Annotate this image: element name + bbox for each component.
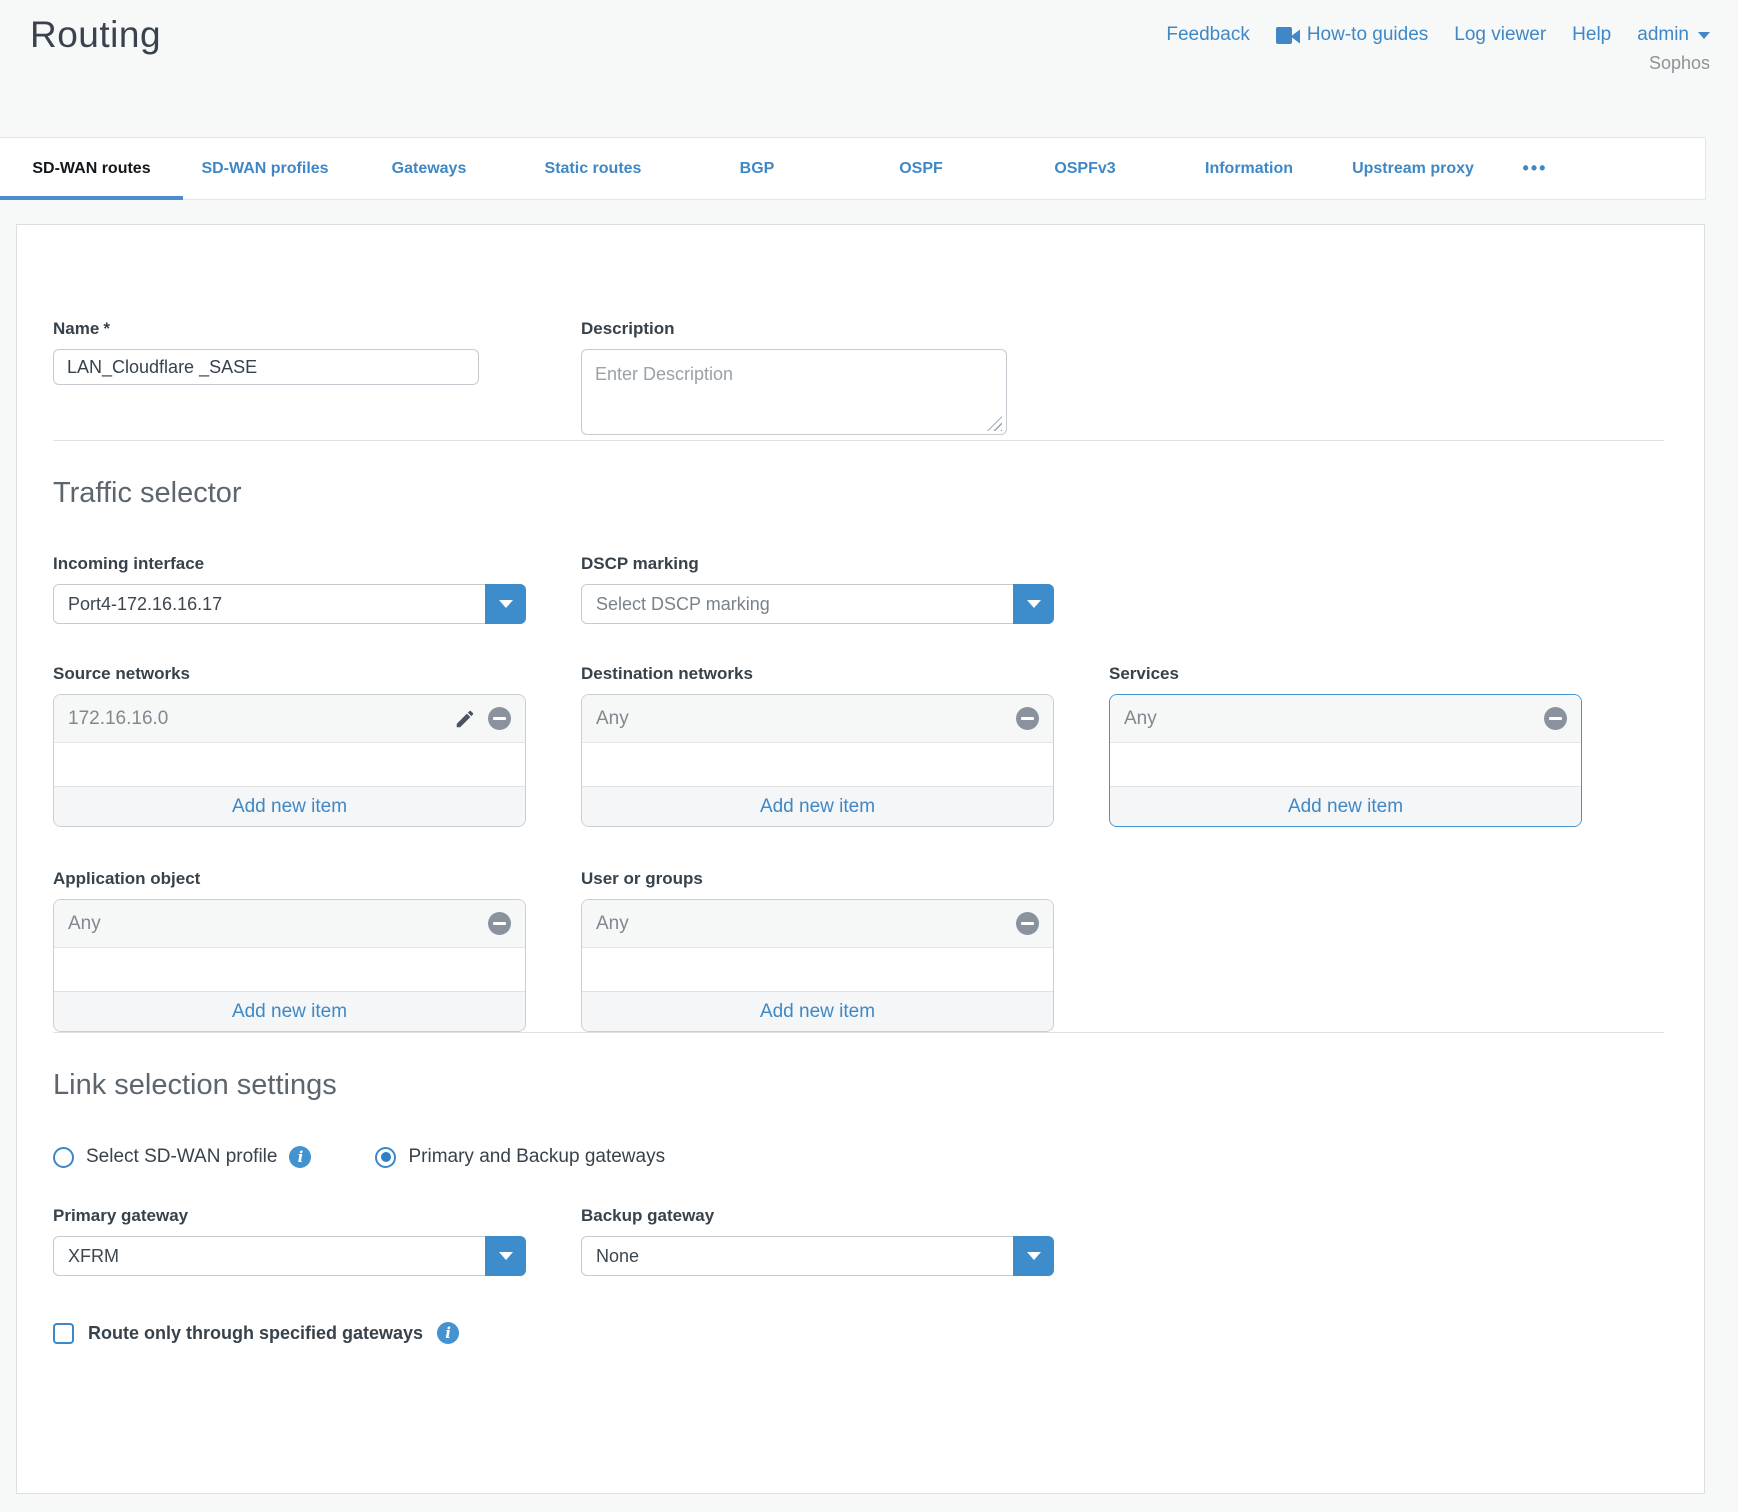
tab-upstream-proxy[interactable]: Upstream proxy [1331,138,1495,199]
page-title: Routing [30,14,161,137]
section-divider [53,440,1664,441]
remove-item-icon[interactable] [1544,707,1567,730]
list-item: Any [1110,695,1581,743]
tab-information[interactable]: Information [1167,138,1331,199]
application-object-group: Application object Any Add new item [53,869,526,1032]
video-camera-icon [1276,27,1300,44]
sdwan-profile-radio[interactable]: Select SD-WAN profile i [53,1146,311,1168]
dscp-group: DSCP marking Select DSCP marking [581,554,1054,624]
source-networks-box: 172.16.16.0 Add new item [53,694,526,827]
tab-gateways[interactable]: Gateways [347,138,511,199]
primary-gateway-label: Primary gateway [53,1206,526,1226]
admin-menu[interactable]: admin [1637,24,1710,46]
item-box-empty-area [1110,743,1581,786]
help-link[interactable]: Help [1572,24,1611,46]
services-box: Any Add new item [1109,694,1582,827]
tab-sd-wan-routes[interactable]: SD-WAN routes [0,138,183,199]
dscp-label: DSCP marking [581,554,1054,574]
destination-networks-label: Destination networks [581,664,1054,684]
list-item: 172.16.16.0 [54,695,525,743]
feedback-link[interactable]: Feedback [1166,24,1249,46]
header-links: Feedback How-to guides Log viewer Help a… [1166,24,1710,46]
remove-item-icon[interactable] [488,707,511,730]
remove-item-icon[interactable] [1016,912,1039,935]
name-label: Name* [53,319,526,339]
dscp-select[interactable]: Select DSCP marking [581,584,1054,624]
primary-gateway-select[interactable]: XFRM [53,1236,526,1276]
list-item: Any [582,695,1053,743]
required-asterisk: * [103,319,110,338]
list-item: Any [54,900,525,948]
info-icon[interactable]: i [289,1146,311,1168]
incoming-interface-group: Incoming interface Port4-172.16.16.17 [53,554,526,624]
list-item: Any [582,900,1053,948]
chevron-down-icon[interactable] [485,584,526,624]
description-field-group: Description [581,319,1054,440]
chevron-down-icon[interactable] [485,1236,526,1276]
user-groups-label: User or groups [581,869,1054,889]
remove-item-icon[interactable] [1016,707,1039,730]
primary-gateway-group: Primary gateway XFRM [53,1206,526,1276]
backup-gateway-select[interactable]: None [581,1236,1054,1276]
services-label: Services [1109,664,1582,684]
more-tabs-button[interactable]: ••• [1495,138,1575,199]
name-field-group: Name* [53,319,526,440]
add-new-item-button[interactable]: Add new item [54,786,525,826]
user-groups-group: User or groups Any Add new item [581,869,1054,1032]
sd-wan-route-form: Name* Description Traffic selector Incom… [16,224,1705,1494]
chevron-down-icon [1698,32,1710,39]
tab-ospf[interactable]: OSPF [839,138,1003,199]
edit-pencil-icon[interactable] [454,708,476,730]
info-icon[interactable]: i [437,1322,459,1344]
backup-gateway-group: Backup gateway None [581,1206,1054,1276]
incoming-interface-label: Incoming interface [53,554,526,574]
destination-networks-box: Any Add new item [581,694,1054,827]
description-textarea[interactable] [581,349,1007,435]
tab-ospfv3[interactable]: OSPFv3 [1003,138,1167,199]
primary-gateway-value: XFRM [54,1246,485,1267]
section-divider [53,1032,1664,1033]
application-object-box: Any Add new item [53,899,526,1032]
item-box-empty-area [54,743,525,786]
route-only-checkbox-label: Route only through specified gateways [88,1323,423,1344]
incoming-interface-value: Port4-172.16.16.17 [54,594,485,615]
user-groups-box: Any Add new item [581,899,1054,1032]
radio-selected-icon[interactable] [375,1147,396,1168]
backup-gateway-label: Backup gateway [581,1206,1054,1226]
routing-tabbar: SD-WAN routes SD-WAN profiles Gateways S… [0,137,1706,200]
top-header: Routing Feedback How-to guides Log viewe… [0,0,1738,137]
chevron-down-icon[interactable] [1013,584,1054,624]
route-only-checkbox[interactable] [53,1323,74,1344]
tab-sd-wan-profiles[interactable]: SD-WAN profiles [183,138,347,199]
howto-guides-link[interactable]: How-to guides [1276,24,1428,46]
tab-static-routes[interactable]: Static routes [511,138,675,199]
source-networks-group: Source networks 172.16.16.0 Add new item [53,664,526,827]
add-new-item-button[interactable]: Add new item [54,991,525,1031]
log-viewer-link[interactable]: Log viewer [1454,24,1546,46]
item-box-empty-area [54,948,525,991]
backup-gateway-value: None [582,1246,1013,1267]
incoming-interface-select[interactable]: Port4-172.16.16.17 [53,584,526,624]
traffic-selector-heading: Traffic selector [53,477,1664,510]
destination-networks-group: Destination networks Any Add new item [581,664,1054,827]
description-label: Description [581,319,1054,339]
brand-label: Sophos [1166,53,1710,74]
source-networks-label: Source networks [53,664,526,684]
remove-item-icon[interactable] [488,912,511,935]
add-new-item-button[interactable]: Add new item [582,991,1053,1031]
radio-unselected-icon[interactable] [53,1147,74,1168]
application-object-label: Application object [53,869,526,889]
primary-backup-radio[interactable]: Primary and Backup gateways [375,1146,665,1168]
tab-bgp[interactable]: BGP [675,138,839,199]
name-input[interactable] [53,349,479,385]
item-box-empty-area [582,743,1053,786]
chevron-down-icon[interactable] [1013,1236,1054,1276]
link-selection-heading: Link selection settings [53,1069,1664,1102]
add-new-item-button[interactable]: Add new item [1110,786,1581,826]
add-new-item-button[interactable]: Add new item [582,786,1053,826]
services-group: Services Any Add new item [1109,664,1582,827]
dscp-value: Select DSCP marking [582,594,1013,615]
item-box-empty-area [582,948,1053,991]
